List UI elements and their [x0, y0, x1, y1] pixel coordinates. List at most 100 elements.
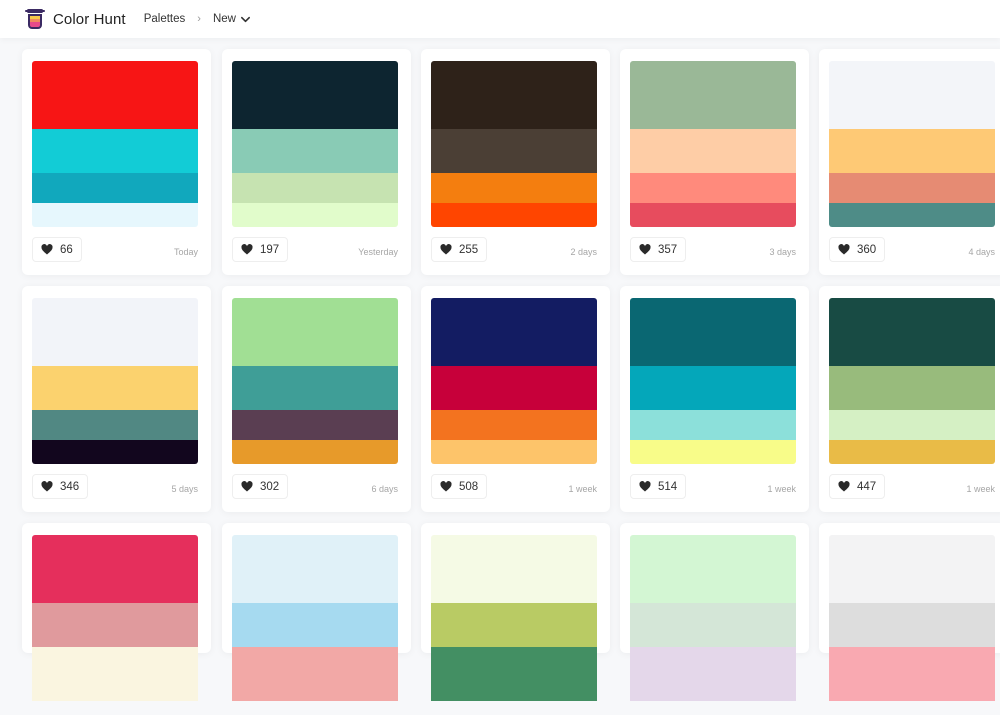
color-band-2[interactable]	[431, 603, 597, 647]
color-band-4[interactable]	[829, 440, 995, 464]
brand-name[interactable]: Color Hunt	[53, 11, 126, 28]
color-band-1[interactable]	[32, 298, 198, 366]
color-band-4[interactable]	[829, 677, 995, 701]
palette-swatch[interactable]	[232, 61, 398, 227]
palette-card[interactable]: 302 6 days	[222, 286, 411, 512]
color-band-1[interactable]	[431, 298, 597, 366]
color-band-3[interactable]	[232, 173, 398, 203]
color-band-2[interactable]	[829, 603, 995, 647]
color-band-3[interactable]	[829, 647, 995, 677]
nav-palettes-link[interactable]: Palettes	[144, 13, 186, 25]
like-button[interactable]: 346	[32, 474, 89, 499]
color-band-3[interactable]	[431, 410, 597, 440]
like-button[interactable]: 447	[829, 474, 886, 499]
palette-swatch[interactable]	[232, 298, 398, 464]
like-button[interactable]: 255	[431, 237, 488, 262]
palette-card[interactable]: 508 1 week	[421, 286, 610, 512]
color-band-1[interactable]	[829, 61, 995, 129]
palette-swatch[interactable]	[829, 298, 995, 464]
palette-card[interactable]	[620, 523, 809, 701]
color-band-2[interactable]	[232, 129, 398, 173]
color-band-2[interactable]	[630, 129, 796, 173]
color-band-3[interactable]	[829, 173, 995, 203]
color-band-1[interactable]	[829, 535, 995, 603]
color-band-4[interactable]	[431, 677, 597, 701]
color-band-1[interactable]	[32, 535, 198, 603]
color-band-2[interactable]	[630, 366, 796, 410]
color-band-4[interactable]	[630, 440, 796, 464]
color-band-1[interactable]	[232, 298, 398, 366]
palette-swatch[interactable]	[630, 61, 796, 227]
color-band-4[interactable]	[232, 440, 398, 464]
sort-new-dropdown[interactable]: New	[213, 13, 251, 25]
like-button[interactable]: 302	[232, 474, 289, 499]
color-band-2[interactable]	[232, 603, 398, 647]
color-band-2[interactable]	[630, 603, 796, 647]
color-band-4[interactable]	[431, 203, 597, 227]
color-band-3[interactable]	[232, 647, 398, 677]
palette-swatch[interactable]	[630, 535, 796, 715]
color-band-2[interactable]	[232, 366, 398, 410]
color-band-1[interactable]	[232, 535, 398, 603]
color-band-4[interactable]	[32, 677, 198, 701]
palette-card[interactable]: 66 Today	[22, 49, 211, 275]
palette-card[interactable]: 255 2 days	[421, 49, 610, 275]
color-band-4[interactable]	[829, 203, 995, 227]
palette-card[interactable]: 197 Yesterday	[222, 49, 411, 275]
palette-swatch[interactable]	[431, 61, 597, 227]
color-band-1[interactable]	[232, 61, 398, 129]
color-band-4[interactable]	[232, 677, 398, 701]
color-band-2[interactable]	[431, 129, 597, 173]
palette-swatch[interactable]	[630, 298, 796, 464]
color-band-4[interactable]	[630, 677, 796, 701]
palette-swatch[interactable]	[431, 535, 597, 715]
color-band-1[interactable]	[431, 535, 597, 603]
color-band-3[interactable]	[630, 173, 796, 203]
palette-swatch[interactable]	[232, 535, 398, 715]
color-band-3[interactable]	[829, 410, 995, 440]
palette-card[interactable]: 357 3 days	[620, 49, 809, 275]
color-band-4[interactable]	[32, 203, 198, 227]
color-band-4[interactable]	[431, 440, 597, 464]
color-band-3[interactable]	[32, 410, 198, 440]
color-band-3[interactable]	[431, 173, 597, 203]
color-band-1[interactable]	[630, 298, 796, 366]
color-band-1[interactable]	[431, 61, 597, 129]
color-band-3[interactable]	[232, 410, 398, 440]
color-band-3[interactable]	[32, 173, 198, 203]
color-band-4[interactable]	[232, 203, 398, 227]
color-band-1[interactable]	[630, 61, 796, 129]
palette-card[interactable]: 514 1 week	[620, 286, 809, 512]
color-band-2[interactable]	[431, 366, 597, 410]
palette-card[interactable]	[819, 523, 1000, 701]
color-band-4[interactable]	[32, 440, 198, 464]
like-button[interactable]: 357	[630, 237, 687, 262]
like-button[interactable]: 508	[431, 474, 488, 499]
logo[interactable]: Color Hunt	[25, 8, 126, 30]
color-band-2[interactable]	[829, 129, 995, 173]
color-band-1[interactable]	[829, 298, 995, 366]
color-band-3[interactable]	[32, 647, 198, 677]
palette-card[interactable]: 447 1 week	[819, 286, 1000, 512]
palette-swatch[interactable]	[829, 61, 995, 227]
like-button[interactable]: 197	[232, 237, 289, 262]
color-band-3[interactable]	[630, 410, 796, 440]
palette-card[interactable]: 346 5 days	[22, 286, 211, 512]
palette-swatch[interactable]	[32, 535, 198, 715]
like-button[interactable]: 514	[630, 474, 687, 499]
like-button[interactable]: 360	[829, 237, 886, 262]
color-band-4[interactable]	[630, 203, 796, 227]
palette-swatch[interactable]	[431, 298, 597, 464]
color-band-2[interactable]	[32, 366, 198, 410]
palette-card[interactable]	[22, 523, 211, 701]
color-band-2[interactable]	[32, 603, 198, 647]
color-band-2[interactable]	[829, 366, 995, 410]
color-band-3[interactable]	[630, 647, 796, 677]
palette-card[interactable]	[222, 523, 411, 701]
palette-swatch[interactable]	[829, 535, 995, 715]
palette-swatch[interactable]	[32, 298, 198, 464]
color-band-2[interactable]	[32, 129, 198, 173]
like-button[interactable]: 66	[32, 237, 82, 262]
color-band-1[interactable]	[32, 61, 198, 129]
palette-swatch[interactable]	[32, 61, 198, 227]
